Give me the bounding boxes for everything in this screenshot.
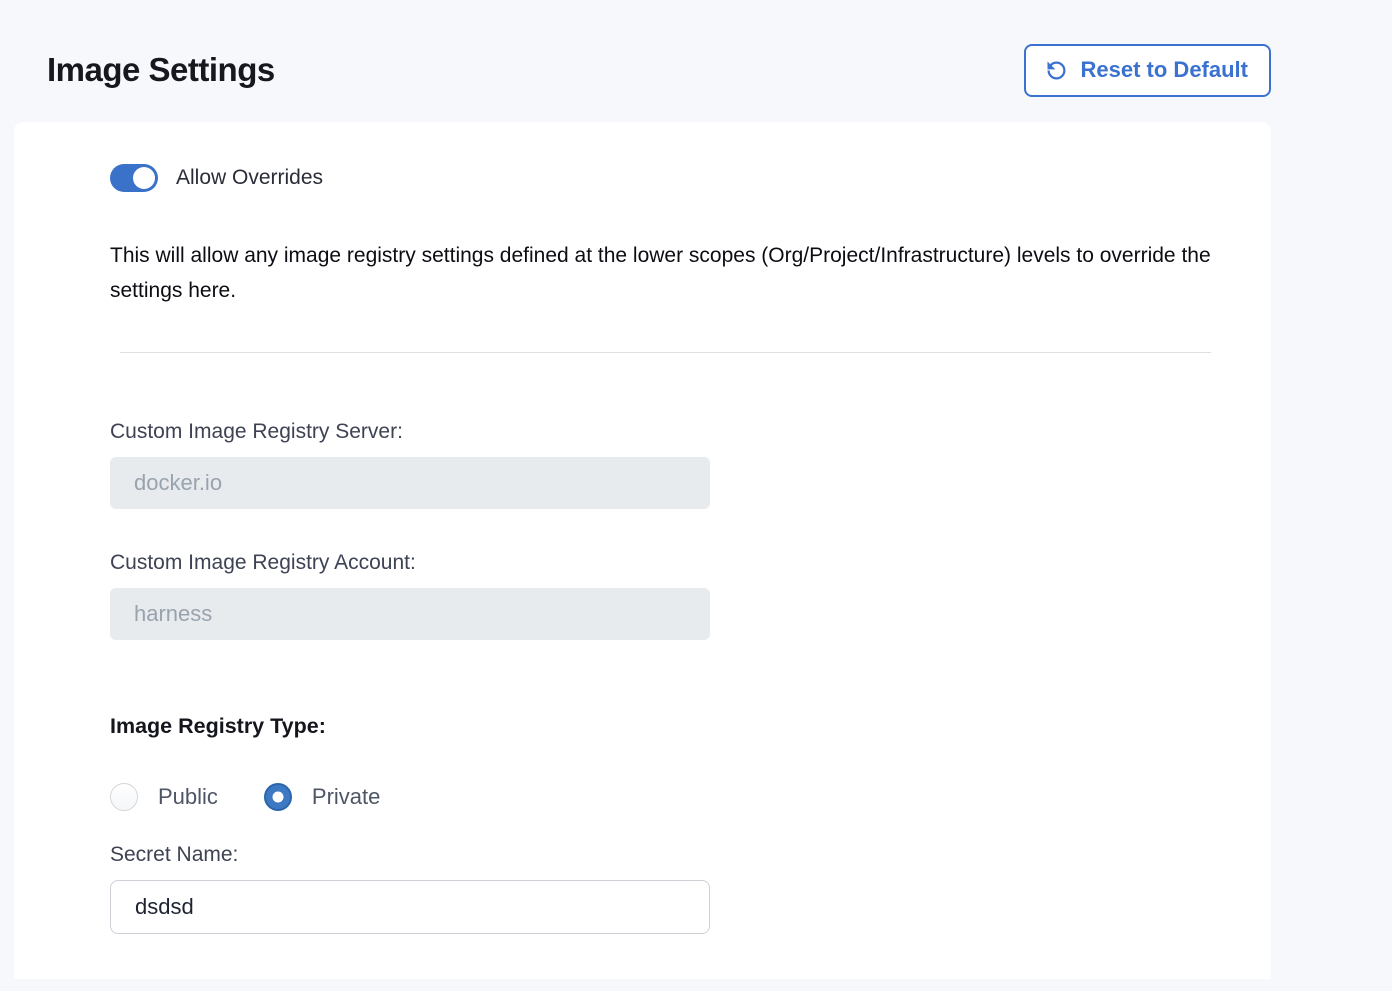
registry-account-input[interactable] [110, 588, 710, 640]
secret-name-label: Secret Name: [110, 843, 1211, 867]
radio-private-label: Private [312, 784, 380, 810]
reset-button-label: Reset to Default [1081, 57, 1248, 83]
reset-icon [1043, 57, 1070, 84]
overrides-description: This will allow any image registry setti… [110, 238, 1211, 308]
radio-option-public[interactable]: Public [110, 783, 218, 811]
allow-overrides-toggle[interactable] [110, 164, 158, 192]
registry-account-label: Custom Image Registry Account: [110, 551, 1211, 575]
allow-overrides-label: Allow Overrides [176, 166, 323, 190]
toggle-knob [133, 167, 155, 189]
reset-to-default-button[interactable]: Reset to Default [1024, 44, 1271, 97]
registry-server-label: Custom Image Registry Server: [110, 420, 1211, 444]
secret-name-field: Secret Name: [110, 843, 1211, 934]
registry-type-options: Public Private [110, 783, 1211, 811]
registry-server-input[interactable] [110, 457, 710, 509]
image-settings-card: Allow Overrides This will allow any imag… [14, 122, 1271, 979]
radio-public-label: Public [158, 784, 218, 810]
secret-name-input[interactable] [110, 880, 710, 934]
allow-overrides-row: Allow Overrides [110, 164, 1211, 192]
radio-public-circle[interactable] [110, 783, 138, 811]
section-divider [120, 352, 1211, 353]
radio-private-circle[interactable] [264, 783, 292, 811]
registry-type-label: Image Registry Type: [110, 714, 1211, 739]
page-header: Image Settings Reset to Default [0, 0, 1392, 110]
registry-server-field: Custom Image Registry Server: [110, 420, 1211, 509]
registry-account-field: Custom Image Registry Account: [110, 551, 1211, 640]
page-title: Image Settings [47, 51, 275, 89]
radio-option-private[interactable]: Private [264, 783, 380, 811]
